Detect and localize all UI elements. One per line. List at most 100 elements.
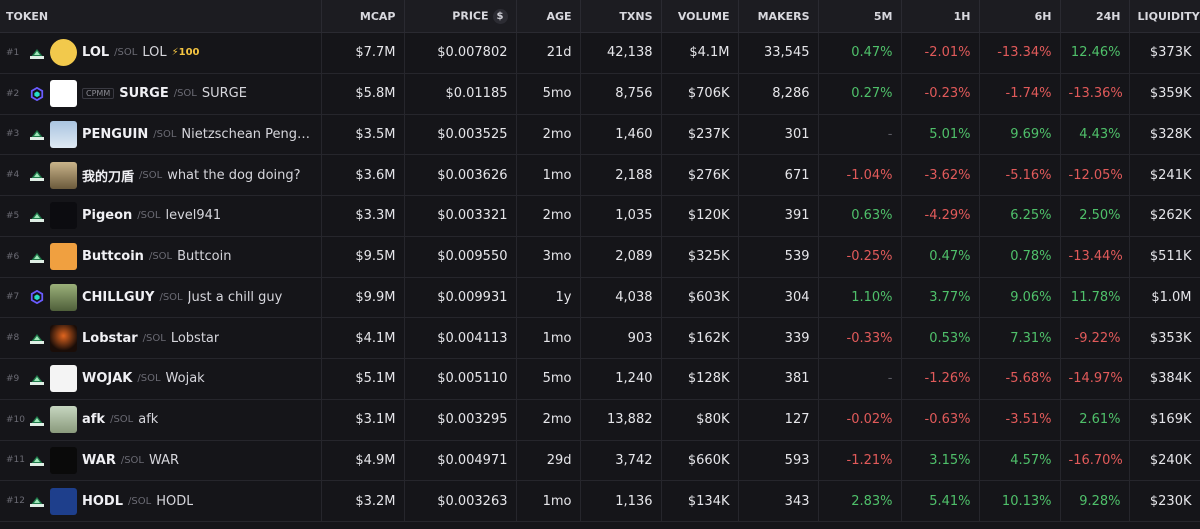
token-cell[interactable]: #8 Lobstar/SOL Lobstar [0, 317, 322, 359]
cell-age: 1y [516, 277, 581, 319]
token-symbol: CHILLGUY [82, 289, 155, 305]
header-makers[interactable]: MAKERS [738, 0, 819, 33]
cell-liquidity: $384K [1129, 358, 1200, 400]
cell-change-h24: -9.22% [1060, 317, 1130, 359]
cell-age: 21d [516, 32, 581, 74]
token-cell[interactable]: #10 afk/SOL afk [0, 399, 322, 441]
table-row[interactable]: #4 我的刀盾/SOL what the dog doing? $3.6M $0.003… [0, 154, 1200, 196]
cell-change-m5: 0.27% [818, 73, 902, 115]
quote-token: /SOL [137, 373, 161, 385]
table-row[interactable]: #3 PENGUIN/SOL Nietzschean Penguin $3.5M $0.… [0, 114, 1200, 156]
cell-change-h24: 2.50% [1060, 195, 1130, 237]
token-avatar-icon [50, 446, 77, 474]
cell-price: $0.003295 [404, 399, 517, 441]
cell-age: 3mo [516, 236, 581, 278]
cell-age: 5mo [516, 73, 581, 115]
cell-liquidity: $373K [1129, 32, 1200, 74]
quote-token: /SOL [120, 454, 144, 466]
header-txns[interactable]: TXNS [580, 0, 662, 33]
pump-dex-icon [29, 168, 45, 182]
cell-mcap: $3.6M [321, 154, 405, 196]
quote-token: /SOL [137, 210, 161, 222]
quote-token: /SOL [142, 332, 166, 344]
cell-makers: 539 [738, 236, 819, 278]
token-symbol: PENGUIN [82, 126, 149, 142]
rank: #7 [6, 292, 20, 303]
table-row[interactable]: #12 HODL/SOL HODL $3.2M $0.003263 1mo 1,136 $13… [0, 480, 1200, 522]
pump-dex-icon [29, 127, 45, 141]
currency-toggle-icon[interactable]: $ [492, 8, 508, 24]
token-cell[interactable]: #7 CHILLGUY/SOL Just a chill guy [0, 277, 322, 319]
cell-makers: 8,286 [738, 73, 819, 115]
cell-change-h6: 9.06% [979, 277, 1061, 319]
cell-makers: 301 [738, 114, 819, 156]
boost-badge[interactable]: ⚡100 [172, 47, 200, 58]
token-avatar-icon [50, 161, 77, 189]
header-6h[interactable]: 6H [979, 0, 1061, 33]
table-row[interactable]: #10 afk/SOL afk $3.1M $0.003295 2mo 13,882 $80K… [0, 399, 1200, 441]
token-avatar-icon [50, 243, 77, 271]
token-symbol: Lobstar [82, 330, 138, 346]
token-cell[interactable]: #1 LOL/SOL LOL ⚡100 [0, 32, 322, 74]
token-cell[interactable]: #5 Pigeon/SOL level941 [0, 195, 322, 237]
cell-change-h1: -0.23% [901, 73, 980, 115]
header-mcap[interactable]: MCAP [321, 0, 405, 33]
token-cell[interactable]: #2 CPMM SURGE/SOL SURGE [0, 73, 322, 115]
header-age[interactable]: AGE [516, 0, 581, 33]
cell-liquidity: $511K [1129, 236, 1200, 278]
quote-token: /SOL [139, 169, 163, 181]
token-cell[interactable]: #9 WOJAK/SOL Wojak [0, 358, 322, 400]
cell-volume: $237K [661, 114, 739, 156]
cell-price: $0.009550 [404, 236, 517, 278]
header-price[interactable]: PRICE $ [404, 0, 517, 33]
cell-mcap: $3.5M [321, 114, 405, 156]
rank: #5 [6, 210, 20, 221]
table-row[interactable]: #2 CPMM SURGE/SOL SURGE $5.8M $0.01185 5mo 8,75… [0, 73, 1200, 115]
cell-change-m5: 0.63% [818, 195, 902, 237]
header-token[interactable]: TOKEN [0, 0, 322, 33]
table-row[interactable]: #1 LOL/SOL LOL ⚡100 $7.7M $0.007802 21d 42,138 $… [0, 32, 1200, 74]
table-row[interactable]: #11 WAR/SOL WAR $4.9M $0.004971 29d 3,742 $660K… [0, 440, 1200, 482]
rank: #10 [6, 414, 25, 425]
token-cell[interactable]: #11 WAR/SOL WAR [0, 440, 322, 482]
token-avatar-icon [50, 365, 77, 393]
cell-txns: 1,035 [580, 195, 662, 237]
table-row[interactable]: #7 CHILLGUY/SOL Just a chill guy $9.9M $0.00… [0, 277, 1200, 319]
token-avatar-icon [50, 80, 77, 108]
rank: #6 [6, 251, 20, 262]
cell-volume: $706K [661, 73, 739, 115]
cell-change-m5: -1.04% [818, 154, 902, 196]
header-volume[interactable]: VOLUME [661, 0, 739, 33]
cell-txns: 42,138 [580, 32, 662, 74]
header-liquidity[interactable]: LIQUIDITY [1129, 0, 1200, 33]
rank: #8 [6, 333, 20, 344]
rank: #4 [6, 170, 20, 181]
cell-change-h24: -14.97% [1060, 358, 1130, 400]
cell-change-h6: -13.34% [979, 32, 1061, 74]
table-row[interactable]: #9 WOJAK/SOL Wojak $5.1M $0.005110 5mo 1,240 $1… [0, 358, 1200, 400]
quote-token: /SOL [128, 495, 152, 507]
table-row[interactable]: #8 Lobstar/SOL Lobstar $4.1M $0.004113 1mo 903… [0, 317, 1200, 359]
cell-age: 1mo [516, 480, 581, 522]
token-cell[interactable]: #3 PENGUIN/SOL Nietzschean Penguin [0, 114, 322, 156]
cell-volume: $660K [661, 440, 739, 482]
cell-price: $0.004971 [404, 440, 517, 482]
header-5m[interactable]: 5M [818, 0, 902, 33]
token-cell[interactable]: #12 HODL/SOL HODL [0, 480, 322, 522]
token-cell[interactable]: #6 Buttcoin/SOL Buttcoin [0, 236, 322, 278]
table-row[interactable]: #6 Buttcoin/SOL Buttcoin $9.5M $0.009550 3mo 2… [0, 236, 1200, 278]
cell-change-h24: -12.05% [1060, 154, 1130, 196]
cell-change-h24: 9.28% [1060, 480, 1130, 522]
token-cell[interactable]: #4 我的刀盾/SOL what the dog doing? [0, 154, 322, 196]
cell-makers: 304 [738, 277, 819, 319]
cell-change-h1: 3.15% [901, 440, 980, 482]
cell-txns: 8,756 [580, 73, 662, 115]
token-name: LOL [142, 45, 167, 61]
table-row[interactable]: #5 Pigeon/SOL level941 $3.3M $0.003321 2mo 1,0… [0, 195, 1200, 237]
token-symbol: LOL [82, 45, 110, 61]
token-symbol: Pigeon [82, 208, 133, 224]
cell-change-m5: - [818, 114, 902, 156]
header-24h[interactable]: 24H [1060, 0, 1130, 33]
table-header-row: TOKEN MCAP PRICE $ AGE TXNS VOLUME MAKERS… [0, 0, 1200, 33]
header-1h[interactable]: 1H [901, 0, 980, 33]
